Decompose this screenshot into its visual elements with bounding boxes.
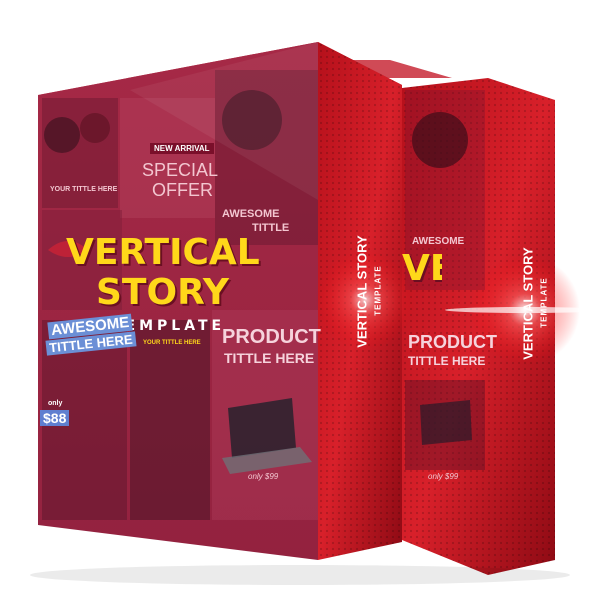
price-value-label: $88 (40, 410, 70, 426)
product-box-scene: VERTICAL STORY TEMPLATE VERTICAL NEW ARR… (0, 0, 600, 600)
back-product-label-1: PRODUCT (408, 332, 497, 352)
front-spine-title: VERTICAL STORY (354, 235, 370, 348)
back-awesome-label: AWESOME (412, 236, 465, 247)
back-only-price-label: only $99 (428, 472, 459, 481)
product-label-1: PRODUCT (222, 326, 321, 348)
back-product-label-2: TITTLE HERE (408, 354, 486, 368)
back-spine-title: VERTICAL STORY (520, 247, 536, 360)
title-line-2: STORY (96, 272, 229, 313)
your-title-label: YOUR TITTLE HERE (50, 186, 118, 193)
box-illustration (30, 42, 600, 585)
only-price-label: only $99 (248, 472, 279, 481)
price-only-label: only (48, 400, 63, 407)
small-title-label: YOUR TITTLE HERE (143, 340, 201, 346)
special-offer-line-1: SPECIAL (142, 160, 219, 180)
awesome-small-1: AWESOME (222, 208, 280, 220)
back-title-fragment: VERTICAL (402, 248, 442, 289)
new-arrival-badge: NEW ARRIVAL (150, 143, 214, 154)
back-spine-subtitle: TEMPLATE (539, 277, 549, 328)
product-label-2: TITTLE HERE (224, 350, 315, 366)
awesome-small-2: TITTLE (252, 222, 290, 234)
title-line-1: VERTICAL (66, 232, 260, 273)
front-spine-subtitle: TEMPLATE (373, 265, 383, 316)
special-offer-line-2: OFFER (152, 180, 213, 200)
